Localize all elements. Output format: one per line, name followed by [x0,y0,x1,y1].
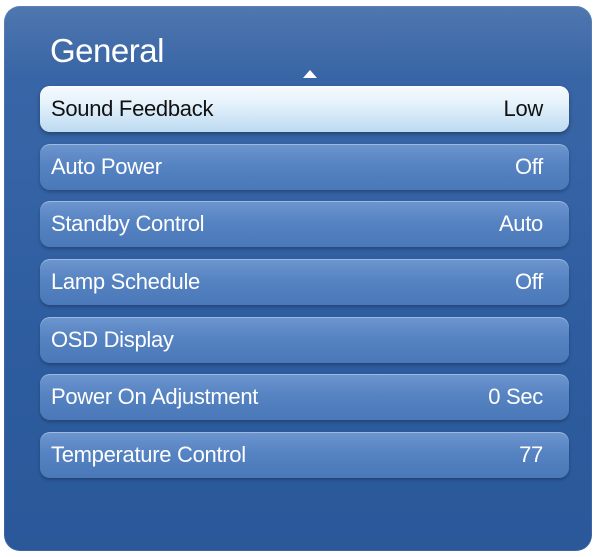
scroll-up-icon[interactable] [303,70,317,78]
menu-list: Sound Feedback Low Auto Power Off Standb… [40,86,569,490]
menu-item-value: 0 Sec [488,384,543,410]
menu-item-temperature-control[interactable]: Temperature Control 77 [40,432,569,479]
menu-item-auto-power[interactable]: Auto Power Off [40,143,569,190]
menu-item-value: Low [503,96,544,121]
menu-item-label: Temperature Control [51,442,246,468]
menu-item-value: Off [514,269,543,295]
menu-item-osd-display[interactable]: OSD Display [40,316,569,363]
menu-item-label: Power On Adjustment [51,384,259,410]
menu-item-label: Lamp Schedule [51,269,200,295]
menu-item-standby-control[interactable]: Standby Control Auto [40,201,569,248]
menu-item-label: OSD Display [51,326,174,352]
menu-item-label: Standby Control [51,211,205,237]
menu-item-label: Auto Power [51,153,162,179]
menu-item-value: Off [514,153,543,179]
menu-item-sound-feedback[interactable]: Sound Feedback Low [40,86,569,132]
menu-title: General [50,32,164,69]
menu-item-label: Sound Feedback [51,96,214,121]
menu-item-value: 77 [519,442,543,468]
menu-item-value: Auto [498,211,543,237]
menu-item-power-on-adjustment[interactable]: Power On Adjustment 0 Sec [40,374,569,421]
menu-item-lamp-schedule[interactable]: Lamp Schedule Off [40,259,569,306]
